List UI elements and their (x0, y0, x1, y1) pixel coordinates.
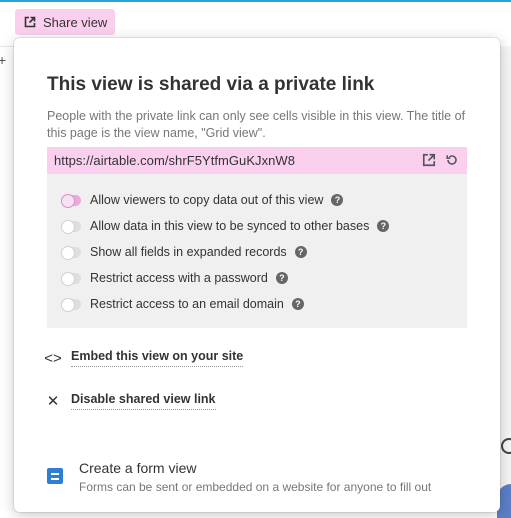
embed-view-label[interactable]: Embed this view on your site (71, 349, 244, 367)
toggle-switch[interactable] (61, 219, 81, 234)
disable-link-action[interactable]: ✕ Disable shared view link (44, 392, 216, 410)
option-label: Show all fields in expanded records (90, 245, 287, 259)
share-link-url[interactable]: https://airtable.com/shrF5YtfmGuKJxnW8 (54, 153, 295, 168)
popup-title: This view is shared via a private link (47, 74, 375, 95)
create-form-view-action[interactable]: Create a form view Forms can be sent or … (47, 460, 431, 494)
popup-description: People with the private link can only se… (47, 109, 466, 140)
share-icon (24, 16, 36, 28)
help-circle-icon[interactable] (501, 438, 511, 454)
option-restrict-password[interactable]: Restrict access with a password ? (61, 268, 288, 288)
question-mark-icon[interactable]: ? (291, 298, 304, 310)
add-icon[interactable]: + (0, 52, 6, 68)
share-view-label: Share view (43, 14, 108, 30)
share-view-popup: This view is shared via a private link P… (14, 38, 500, 512)
form-view-subtitle: Forms can be sent or embedded on a websi… (79, 480, 432, 494)
toggle-switch[interactable] (61, 271, 81, 286)
embed-view-action[interactable]: <> Embed this view on your site (44, 349, 244, 367)
toggle-switch[interactable] (61, 297, 81, 312)
question-mark-icon[interactable]: ? (275, 272, 288, 284)
form-view-title[interactable]: Create a form view (79, 460, 431, 476)
share-link-bar[interactable]: https://airtable.com/shrF5YtfmGuKJxnW8 (47, 147, 467, 174)
option-label: Restrict access with a password (90, 271, 268, 285)
refresh-icon[interactable] (445, 153, 459, 167)
option-label: Allow viewers to copy data out of this v… (90, 193, 324, 207)
code-icon: <> (44, 349, 62, 367)
option-show-all-fields[interactable]: Show all fields in expanded records ? (61, 242, 307, 262)
option-label: Allow data in this view to be synced to … (90, 219, 370, 233)
toggle-switch[interactable] (61, 193, 81, 208)
open-external-icon[interactable] (422, 153, 436, 167)
question-mark-icon[interactable]: ? (294, 246, 307, 258)
question-mark-icon[interactable]: ? (377, 220, 390, 232)
option-label: Restrict access to an email domain (90, 297, 284, 311)
share-options-panel: Allow viewers to copy data out of this v… (47, 174, 467, 328)
option-restrict-email-domain[interactable]: Restrict access to an email domain ? (61, 294, 304, 314)
disable-link-label[interactable]: Disable shared view link (71, 392, 216, 410)
option-allow-sync[interactable]: Allow data in this view to be synced to … (61, 216, 390, 236)
form-icon (47, 468, 63, 484)
close-icon: ✕ (46, 393, 60, 410)
toggle-switch[interactable] (61, 245, 81, 260)
question-mark-icon[interactable]: ? (331, 194, 344, 206)
option-allow-copy[interactable]: Allow viewers to copy data out of this v… (61, 190, 344, 210)
share-view-button[interactable]: Share view (15, 9, 115, 35)
